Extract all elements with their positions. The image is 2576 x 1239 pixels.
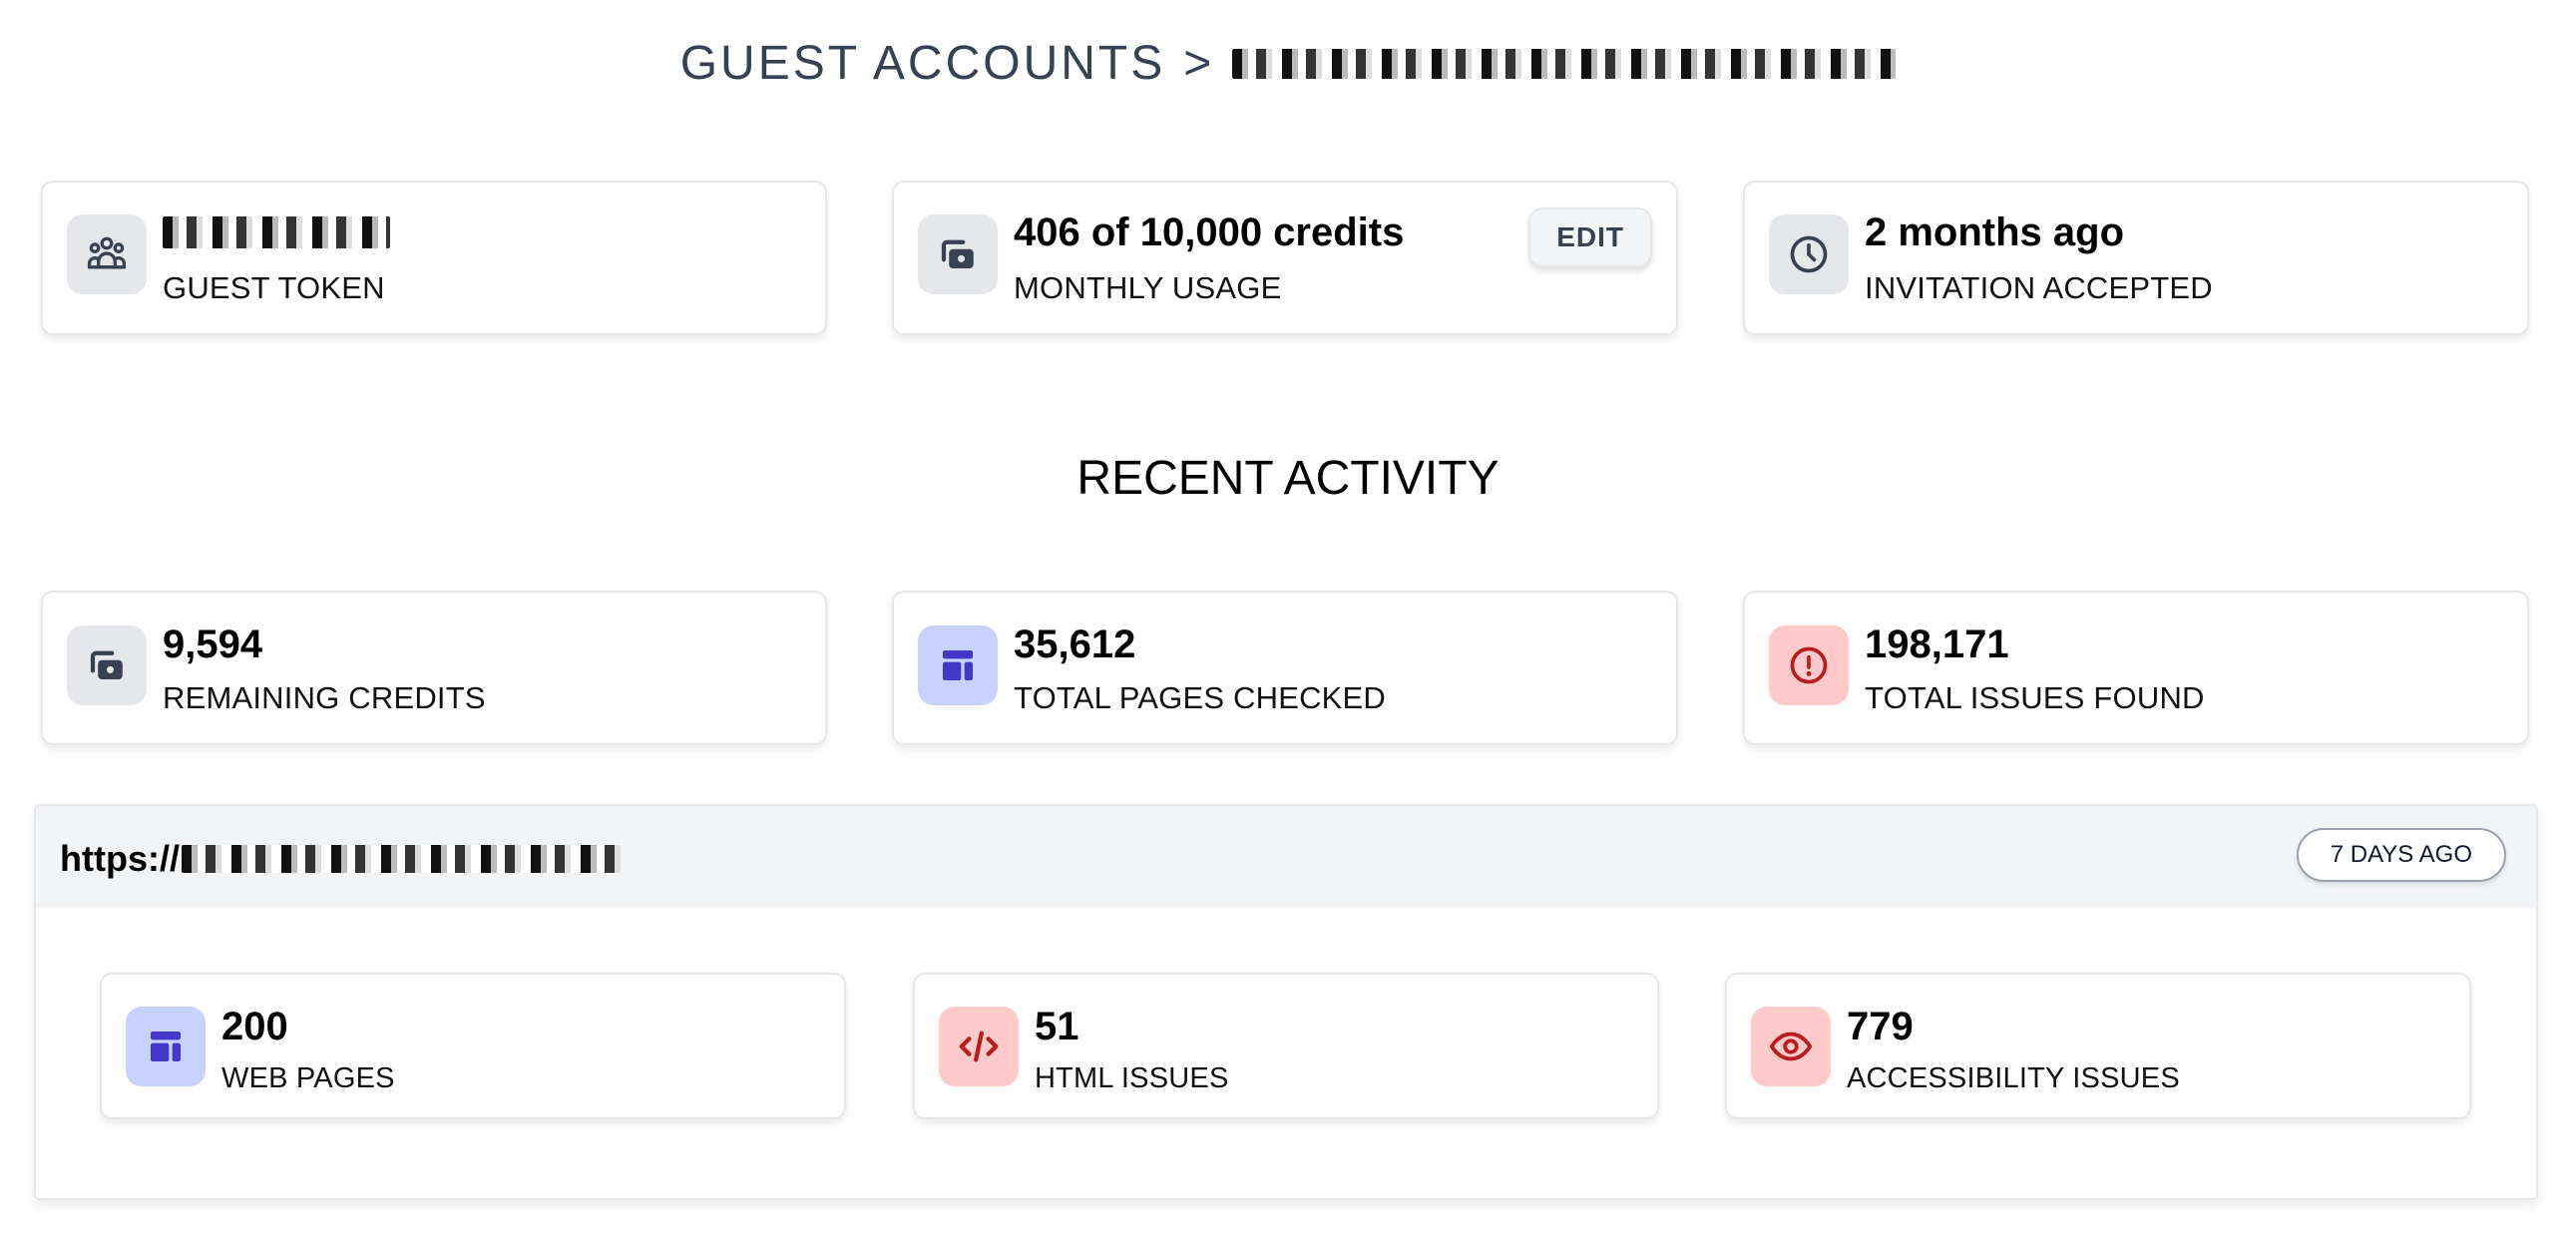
site-url[interactable]: https:// xyxy=(60,838,621,880)
total-pages-value: 35,612 xyxy=(1014,622,1136,666)
layout-icon-tile xyxy=(918,625,998,705)
recent-activity-heading: RECENT ACTIVITY xyxy=(1076,452,1500,505)
web-pages-value: 200 xyxy=(221,1005,288,1048)
guest-token-label: GUEST TOKEN xyxy=(163,270,385,305)
total-issues-value: 198,171 xyxy=(1865,622,2009,666)
credits-icon xyxy=(90,650,123,679)
credits-icon xyxy=(941,239,974,268)
breadcrumb-guest-accounts[interactable]: GUEST ACCOUNTS xyxy=(680,36,1166,91)
web-pages-card: 200 WEB PAGES xyxy=(100,973,846,1119)
credits-icon-tile xyxy=(918,214,998,294)
last-checked-badge: 7 DAYS AGO xyxy=(2296,828,2506,882)
guest-token-value xyxy=(163,210,390,258)
html-issues-value: 51 xyxy=(1035,1005,1079,1048)
account-name-redacted xyxy=(1232,48,1897,79)
edit-credits-button[interactable]: EDIT xyxy=(1528,207,1652,267)
site-report-panel: https:// 7 DAYS AGO 200 WEB PAGES 51 HTM… xyxy=(34,804,2538,1200)
alert-circle-icon xyxy=(1790,646,1828,684)
guest-token-redacted xyxy=(163,216,390,248)
html-issues-label: HTML ISSUES xyxy=(1035,1062,1229,1094)
users-icon xyxy=(87,236,127,269)
invitation-card: 2 months ago INVITATION ACCEPTED xyxy=(1743,181,2529,335)
page-title: GUEST ACCOUNTS > xyxy=(0,36,2576,91)
monthly-usage-label: MONTHLY USAGE xyxy=(1014,270,1282,305)
clock-icon-tile xyxy=(1769,214,1849,294)
total-issues-card: 198,171 TOTAL ISSUES FOUND xyxy=(1743,591,2529,745)
layout-icon xyxy=(151,1032,181,1061)
eye-icon xyxy=(1769,1032,1813,1061)
total-issues-label: TOTAL ISSUES FOUND xyxy=(1865,680,2205,715)
breadcrumb-separator: > xyxy=(1183,37,1215,90)
clock-icon xyxy=(1790,235,1828,273)
total-pages-label: TOTAL PAGES CHECKED xyxy=(1014,680,1387,715)
monthly-usage-card: 406 of 10,000 credits MONTHLY USAGE EDIT xyxy=(892,181,1678,335)
site-header: https:// 7 DAYS AGO xyxy=(36,806,2536,908)
code-icon-tile xyxy=(939,1007,1019,1086)
alert-icon-tile xyxy=(1769,625,1849,705)
html-issues-card: 51 HTML ISSUES xyxy=(913,973,1659,1119)
invitation-value: 2 months ago xyxy=(1865,210,2125,254)
remaining-credits-value: 9,594 xyxy=(163,622,263,666)
monthly-usage-value: 406 of 10,000 credits xyxy=(1014,210,1405,254)
remaining-credits-card: 9,594 REMAINING CREDITS xyxy=(41,591,827,745)
guest-token-card: GUEST TOKEN xyxy=(41,181,827,335)
accessibility-issues-value: 779 xyxy=(1847,1005,1914,1048)
credits-icon-tile xyxy=(67,625,147,705)
invitation-label: INVITATION ACCEPTED xyxy=(1865,270,2213,305)
site-url-redacted xyxy=(181,845,621,873)
accessibility-issues-label: ACCESSIBILITY ISSUES xyxy=(1847,1062,2180,1094)
users-icon-tile xyxy=(67,214,147,294)
layout-icon-tile xyxy=(126,1007,206,1086)
total-pages-card: 35,612 TOTAL PAGES CHECKED xyxy=(892,591,1678,745)
code-icon xyxy=(959,1031,999,1062)
remaining-credits-label: REMAINING CREDITS xyxy=(163,680,486,715)
eye-icon-tile xyxy=(1751,1007,1831,1086)
web-pages-label: WEB PAGES xyxy=(221,1062,395,1094)
accessibility-issues-card: 779 ACCESSIBILITY ISSUES xyxy=(1725,973,2471,1119)
layout-icon xyxy=(943,650,973,680)
site-url-prefix: https:// xyxy=(60,838,180,879)
